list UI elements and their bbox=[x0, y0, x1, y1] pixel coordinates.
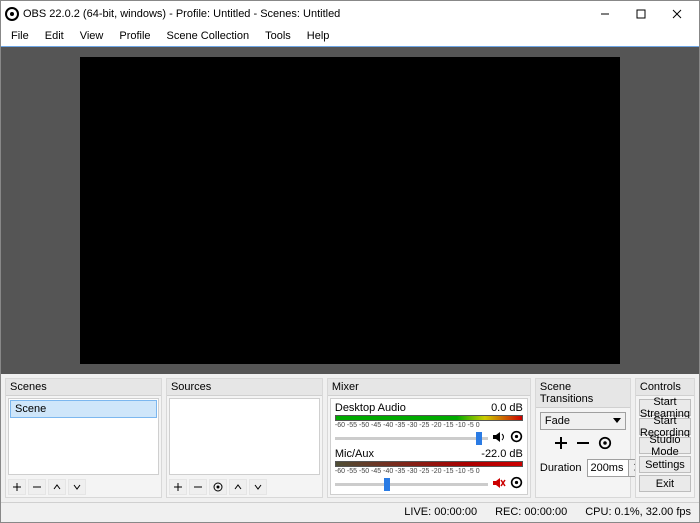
source-up-button[interactable] bbox=[229, 479, 247, 495]
menu-tools[interactable]: Tools bbox=[259, 29, 297, 44]
menu-help[interactable]: Help bbox=[301, 29, 336, 44]
sources-panel: Sources bbox=[166, 378, 323, 498]
transitions-panel: Scene Transitions Fade Duration ▲ bbox=[535, 378, 631, 498]
desktop-speaker-icon[interactable] bbox=[492, 431, 506, 446]
menu-edit[interactable]: Edit bbox=[39, 29, 70, 44]
source-remove-button[interactable] bbox=[189, 479, 207, 495]
obs-window: OBS 22.0.2 (64-bit, windows) - Profile: … bbox=[0, 0, 700, 523]
desktop-gear-icon[interactable] bbox=[510, 430, 523, 446]
desktop-ticks: -60 -55 -50 -45 -40 -35 -30 -25 -20 -15 … bbox=[335, 422, 523, 429]
desktop-volume-slider[interactable] bbox=[335, 437, 488, 440]
mic-ticks: -60 -55 -50 -45 -40 -35 -30 -25 -20 -15 … bbox=[335, 468, 523, 475]
source-add-button[interactable] bbox=[169, 479, 187, 495]
window-title: OBS 22.0.2 (64-bit, windows) - Profile: … bbox=[23, 8, 340, 20]
mixer-mic-db: -22.0 dB bbox=[481, 448, 523, 460]
start-recording-button[interactable]: Start Recording bbox=[639, 418, 691, 435]
scenes-header: Scenes bbox=[6, 379, 161, 396]
bottom-panels: Scenes Scene Sources Mixer bbox=[1, 374, 699, 502]
titlebar: OBS 22.0.2 (64-bit, windows) - Profile: … bbox=[1, 1, 699, 27]
scene-down-button[interactable] bbox=[68, 479, 86, 495]
status-cpu: CPU: 0.1%, 32.00 fps bbox=[585, 506, 691, 519]
exit-button[interactable]: Exit bbox=[639, 475, 691, 492]
menu-view[interactable]: View bbox=[74, 29, 110, 44]
menubar: File Edit View Profile Scene Collection … bbox=[1, 27, 699, 47]
mixer-mic-label: Mic/Aux bbox=[335, 448, 374, 460]
duration-label: Duration bbox=[540, 462, 582, 474]
sources-header: Sources bbox=[167, 379, 322, 396]
mixer-desktop-audio: Desktop Audio 0.0 dB -60 -55 -50 -45 -40… bbox=[335, 402, 523, 446]
start-streaming-button[interactable]: Start Streaming bbox=[639, 399, 691, 416]
mic-volume-slider[interactable] bbox=[335, 483, 488, 486]
transition-select[interactable]: Fade bbox=[540, 412, 626, 430]
preview-canvas[interactable] bbox=[80, 57, 620, 364]
scenes-list[interactable]: Scene bbox=[8, 398, 159, 475]
scene-item[interactable]: Scene bbox=[10, 400, 157, 418]
mixer-mic: Mic/Aux -22.0 dB -60 -55 -50 -45 -40 -35… bbox=[335, 448, 523, 492]
transition-gear-icon[interactable] bbox=[598, 436, 612, 453]
controls-header: Controls bbox=[636, 379, 694, 396]
scenes-panel: Scenes Scene bbox=[5, 378, 162, 498]
close-button[interactable] bbox=[659, 3, 695, 25]
mic-vu-meter bbox=[335, 461, 523, 467]
transition-add-button[interactable] bbox=[554, 436, 568, 453]
minimize-button[interactable] bbox=[587, 3, 623, 25]
scene-add-button[interactable] bbox=[8, 479, 26, 495]
chevron-down-icon bbox=[613, 415, 621, 427]
transitions-header: Scene Transitions bbox=[536, 379, 630, 408]
controls-panel: Controls Start Streaming Start Recording… bbox=[635, 378, 695, 498]
desktop-vu-meter bbox=[335, 415, 523, 421]
transition-remove-button[interactable] bbox=[576, 436, 590, 453]
studio-mode-button[interactable]: Studio Mode bbox=[639, 437, 691, 454]
mixer-desktop-db: 0.0 dB bbox=[491, 402, 523, 414]
obs-app-icon bbox=[5, 7, 19, 21]
source-down-button[interactable] bbox=[249, 479, 267, 495]
mixer-desktop-label: Desktop Audio bbox=[335, 402, 406, 414]
statusbar: LIVE: 00:00:00 REC: 00:00:00 CPU: 0.1%, … bbox=[1, 502, 699, 522]
status-live: LIVE: 00:00:00 bbox=[404, 506, 477, 519]
preview-area bbox=[1, 47, 699, 374]
source-properties-button[interactable] bbox=[209, 479, 227, 495]
menu-scene-collection[interactable]: Scene Collection bbox=[161, 29, 256, 44]
mixer-header: Mixer bbox=[328, 379, 530, 396]
menu-file[interactable]: File bbox=[5, 29, 35, 44]
transition-selected: Fade bbox=[545, 415, 570, 427]
menu-profile[interactable]: Profile bbox=[113, 29, 156, 44]
mixer-panel: Mixer Desktop Audio 0.0 dB -60 -55 -50 -… bbox=[327, 378, 531, 498]
scene-remove-button[interactable] bbox=[28, 479, 46, 495]
maximize-button[interactable] bbox=[623, 3, 659, 25]
duration-input[interactable] bbox=[588, 460, 628, 476]
mic-mute-icon[interactable] bbox=[492, 477, 506, 492]
status-rec: REC: 00:00:00 bbox=[495, 506, 567, 519]
settings-button[interactable]: Settings bbox=[639, 456, 691, 473]
sources-list[interactable] bbox=[169, 398, 320, 475]
scene-up-button[interactable] bbox=[48, 479, 66, 495]
mic-gear-icon[interactable] bbox=[510, 476, 523, 492]
